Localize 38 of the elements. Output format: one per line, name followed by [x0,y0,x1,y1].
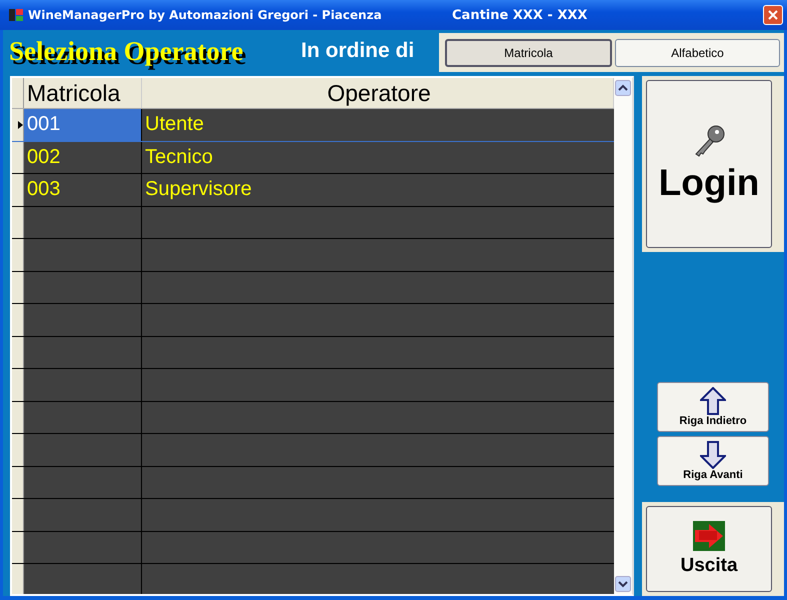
table-cell[interactable]: 001 [24,109,142,140]
scroll-up-icon[interactable] [615,80,631,96]
scroll-down-icon[interactable] [615,576,631,592]
scrollbar[interactable] [614,78,632,594]
nav-button[interactable]: Riga Avanti [657,436,769,486]
empty-row[interactable] [12,434,614,466]
exit-sign-icon [693,521,725,551]
down-arrow-icon [700,441,726,469]
login-button[interactable]: Login [646,80,772,248]
empty-row[interactable] [12,239,614,272]
empty-row[interactable] [12,206,614,239]
sort-button[interactable]: Matricola [445,39,612,67]
table-cell[interactable]: Supervisore [142,174,614,206]
up-arrow-icon [700,387,726,415]
empty-row[interactable] [12,499,614,532]
row-selector[interactable] [12,109,24,140]
sort-button[interactable]: Alfabetico [615,39,780,67]
empty-row[interactable] [12,336,614,369]
empty-row[interactable] [12,532,614,564]
table-cell[interactable]: Tecnico [142,142,614,173]
close-button[interactable] [763,5,783,25]
row-pointer-icon [18,120,23,129]
empty-row[interactable] [12,402,614,434]
nav-button[interactable]: Riga Indietro [657,382,769,432]
close-icon [767,9,779,21]
empty-row[interactable] [12,304,614,336]
window-title: WineManagerPro by Automazioni Gregori - Piacenza [28,8,383,22]
window-subtitle: Cantine XXX - XXX [452,8,588,22]
page-title: Seleziona Operatore [9,36,244,66]
empty-row[interactable] [12,369,614,402]
empty-row[interactable] [12,466,614,499]
table-cell[interactable]: 002 [24,142,142,173]
table-cell[interactable]: 003 [24,174,142,206]
exit-button[interactable]: Uscita [646,506,772,592]
app-icon [8,7,24,23]
table-cell[interactable]: Utente [142,109,614,140]
order-label: In ordine di [301,39,416,63]
empty-row[interactable] [12,272,614,304]
